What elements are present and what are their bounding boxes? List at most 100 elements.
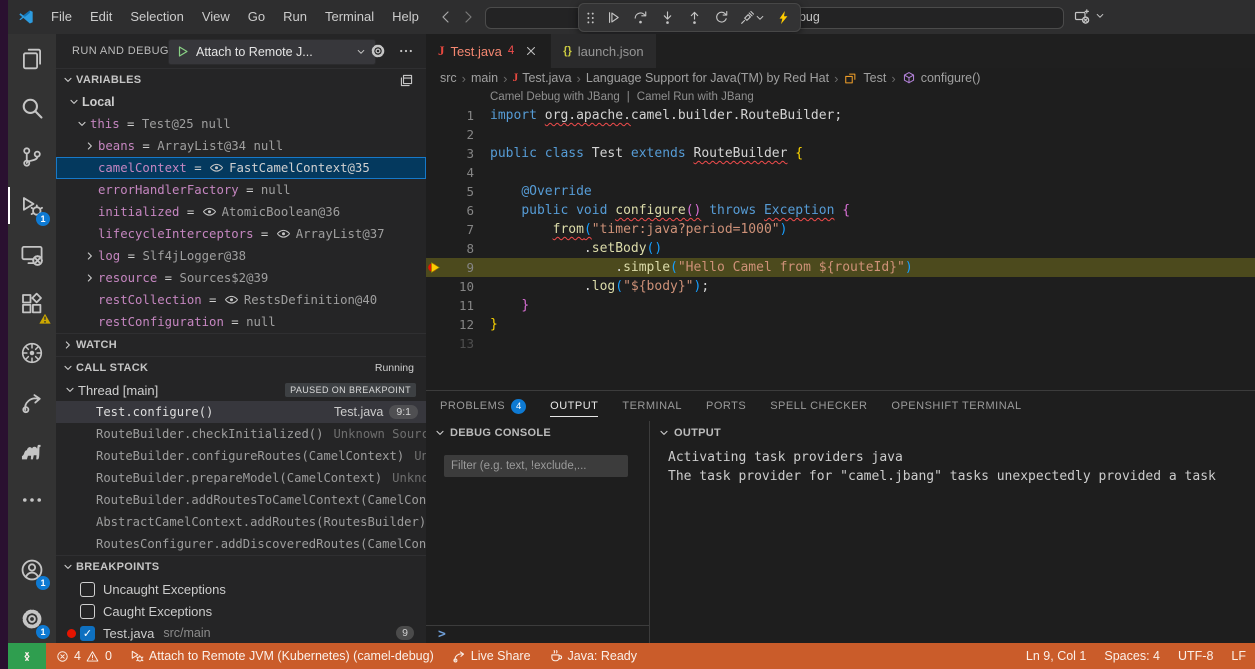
codelens-link[interactable]: Camel Debug with JBang [490,91,620,103]
activity-extensions[interactable] [8,279,56,328]
stack-frame[interactable]: Test.configure()Test.java9:1 [56,401,426,423]
close-icon[interactable] [524,44,538,58]
breadcrumb-item[interactable]: Test [843,70,886,86]
stack-frame[interactable]: AbstractCamelContext.addRoutes(RoutesBui… [56,511,426,533]
breakpoint-gutter[interactable] [426,125,444,144]
chevron-down-icon[interactable] [66,94,82,110]
stack-frame[interactable]: RoutesConfigurer.addDiscoveredRoutes(Cam… [56,533,426,555]
menu-view[interactable]: View [193,0,239,34]
variables-section-header[interactable]: VARIABLES [56,68,426,91]
variable-row[interactable]: errorHandlerFactory = null [56,179,426,201]
restart-button[interactable] [709,6,733,30]
watch-section-header[interactable]: WATCH [56,333,426,356]
activity-camel[interactable] [8,426,56,475]
breakpoint-gutter[interactable] [426,258,444,277]
menu-run[interactable]: Run [274,0,316,34]
variable-row[interactable]: restConfiguration = null [56,311,426,333]
stack-frame[interactable]: RouteBuilder.prepareModel(CamelContext)U… [56,467,426,489]
open-panes-icon[interactable] [398,72,414,88]
stack-frame[interactable]: RouteBuilder.configureRoutes(CamelContex… [56,445,426,467]
breakpoint-gutter[interactable] [426,182,444,201]
menu-selection[interactable]: Selection [121,0,192,34]
menu-edit[interactable]: Edit [81,0,121,34]
status-encoding[interactable]: UTF-8 [1169,643,1222,669]
lazy-eval-eye-icon[interactable] [202,205,217,220]
status-eol[interactable]: LF [1222,643,1255,669]
drag-handle-button[interactable] [584,6,598,30]
breakpoint-gutter[interactable] [426,239,444,258]
breakpoint-gutter[interactable] [426,144,444,163]
activity-kubernetes[interactable] [8,328,56,377]
breakpoint-gutter[interactable] [426,296,444,315]
variable-row[interactable]: beans = ArrayList@34 null [56,135,426,157]
chevron-right-icon[interactable] [82,270,98,286]
stack-frame[interactable]: RouteBuilder.checkInitialized()Unknown S… [56,423,426,445]
lazy-eval-eye-icon[interactable] [276,227,291,242]
more-actions-icon[interactable] [398,43,414,59]
variable-row[interactable]: initialized = AtomicBoolean@36 [56,201,426,223]
start-debug-icon[interactable] [175,44,191,60]
thread-row[interactable]: Thread [main] PAUSED ON BREAKPOINT [56,379,426,401]
panel-tab-spell-checker[interactable]: SPELL CHECKER [770,391,867,421]
status-cursor-position[interactable]: Ln 9, Col 1 [1017,643,1095,669]
chevron-down-icon[interactable] [74,116,90,132]
variable-row[interactable]: this = Test@25 null [56,113,426,135]
code-editor[interactable]: 1import org.apache.camel.builder.RouteBu… [426,106,1255,390]
activity-run-and-debug[interactable]: 1 [8,181,56,230]
disconnect-button[interactable] [736,6,768,30]
chevron-down-icon[interactable] [656,425,672,441]
breakpoint-gutter[interactable] [426,315,444,334]
menu-file[interactable]: File [42,0,81,34]
chevron-right-icon[interactable] [82,138,98,154]
hot-code-replace-button[interactable] [771,6,795,30]
breadcrumb-item[interactable]: main [471,71,498,85]
panel-tab-output[interactable]: OUTPUT [550,391,598,421]
panel-tab-terminal[interactable]: TERMINAL [622,391,682,421]
breakpoint-checkbox[interactable]: ✓ [80,626,95,641]
console-input-prompt[interactable]: > [426,625,649,645]
variable-row[interactable]: log = Slf4jLogger@38 [56,245,426,267]
activity-accounts[interactable]: 1 [8,545,56,594]
status-remote-indicator[interactable] [8,643,46,669]
status-problems[interactable]: 40 [46,643,121,669]
variable-row[interactable]: lifecycleInterceptors = ArrayList@37 [56,223,426,245]
step-into-button[interactable] [655,6,679,30]
activity-remote-explorer[interactable] [8,230,56,279]
breakpoint-gutter[interactable] [426,277,444,296]
breakpoint-checkbox[interactable] [80,604,95,619]
menu-go[interactable]: Go [239,0,274,34]
breakpoints-section-header[interactable]: BREAKPOINTS [56,555,426,578]
breadcrumb-item[interactable]: JTest.java [512,71,571,85]
lazy-eval-eye-icon[interactable] [209,161,224,176]
call-stack-section-header[interactable]: CALL STACK Running [56,356,426,379]
window-layout-button[interactable] [1074,8,1108,24]
panel-tab-problems[interactable]: PROBLEMS4 [440,391,526,421]
breakpoint-checkbox[interactable] [80,582,95,597]
panel-tab-openshift-terminal[interactable]: OPENSHIFT TERMINAL [891,391,1021,421]
variable-row[interactable]: camelContext = FastCamelContext@35 [56,157,426,179]
chevron-down-icon[interactable] [432,425,448,441]
console-filter-input[interactable] [444,455,628,477]
stack-frame[interactable]: RouteBuilder.addRoutesToCamelContext(Cam… [56,489,426,511]
activity-settings[interactable]: 1 [8,594,56,643]
breakpoint-gutter[interactable] [426,106,444,125]
variable-row[interactable]: restCollection = RestsDefinition@40 [56,289,426,311]
forward-arrow-icon[interactable] [460,9,476,25]
status-java-status[interactable]: Java: Ready [540,643,646,669]
lazy-eval-eye-icon[interactable] [224,293,239,308]
breakpoint-gutter[interactable] [426,334,444,353]
continue-button[interactable] [601,6,625,30]
breadcrumb-item[interactable]: configure() [901,70,981,86]
breakpoint-row[interactable]: Caught Exceptions [56,600,426,622]
back-arrow-icon[interactable] [438,9,454,25]
breadcrumb-item[interactable]: Language Support for Java(TM) by Red Hat [586,71,829,85]
panel-tab-ports[interactable]: PORTS [706,391,746,421]
breakpoint-gutter[interactable] [426,163,444,182]
activity-source-control[interactable] [8,132,56,181]
launch-config-dropdown[interactable]: Attach to Remote J... [168,39,376,65]
breakpoint-gutter[interactable] [426,201,444,220]
breakpoint-gutter[interactable] [426,220,444,239]
tab-launch.json[interactable]: {}launch.json [551,34,655,68]
activity-live-share[interactable] [8,377,56,426]
status-live-share[interactable]: Live Share [443,643,540,669]
